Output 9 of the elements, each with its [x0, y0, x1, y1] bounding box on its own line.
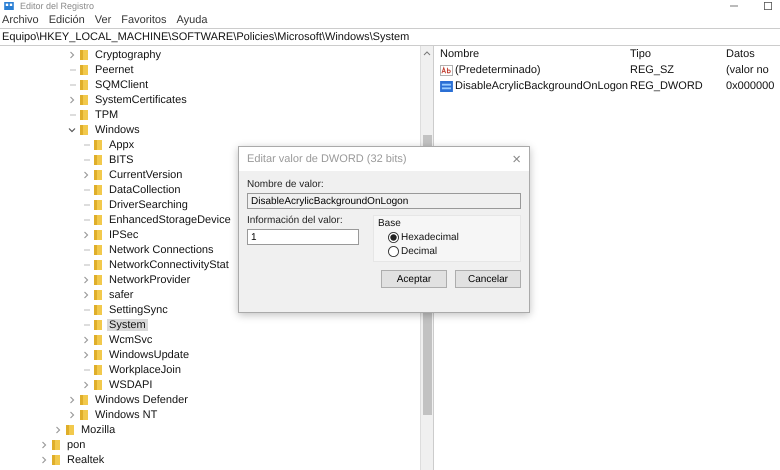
value-type: REG_SZ — [630, 64, 676, 76]
value-type: REG_DWORD — [630, 80, 704, 92]
value-data: 0x000000 — [726, 80, 774, 92]
window-title: Editor del Registro — [20, 0, 94, 10]
value-data: (valor no — [726, 64, 769, 76]
field-label: Información del valor: — [247, 215, 344, 226]
group-label: Base — [378, 218, 402, 229]
field-label: Nombre de valor: — [247, 179, 325, 190]
dialog-title: Editar valor de DWORD (32 bits) — [247, 153, 407, 165]
